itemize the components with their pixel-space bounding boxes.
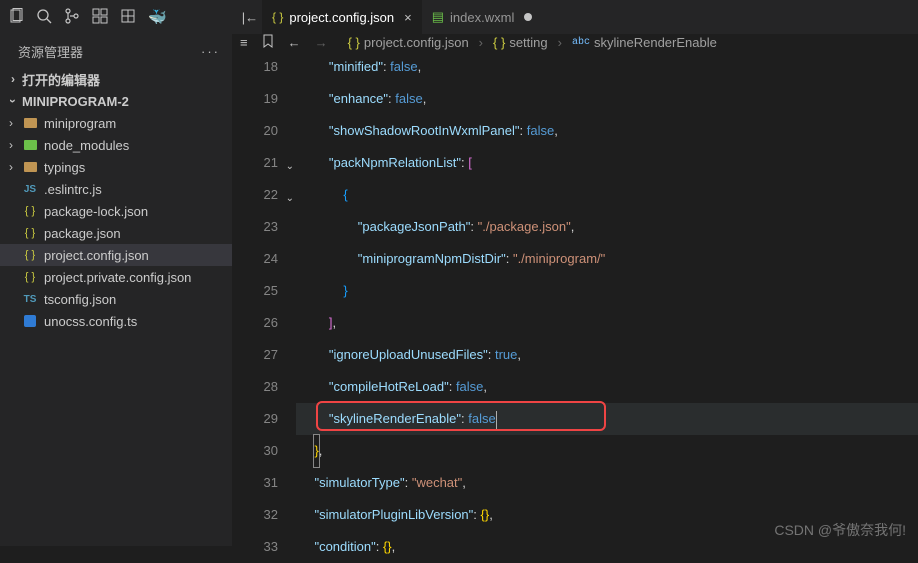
ts-icon: TS xyxy=(22,291,38,307)
tree-item-project-private-config-json[interactable]: ›{ }project.private.config.json xyxy=(0,266,232,288)
tree-item-package-lock-json[interactable]: ›{ }package-lock.json xyxy=(0,200,232,222)
activity-bar: 🐳 xyxy=(0,0,232,34)
tab-label: project.config.json xyxy=(289,10,394,25)
uno-icon xyxy=(22,313,38,329)
collapse-icon[interactable]: |← xyxy=(238,10,262,25)
tree-item--eslintrc-js[interactable]: ›JS.eslintrc.js xyxy=(0,178,232,200)
modified-dot-icon xyxy=(524,13,532,21)
open-editors-header[interactable]: ›打开的编辑器 xyxy=(0,68,232,90)
tab-label: index.wxml xyxy=(450,10,514,25)
more-icon[interactable]: ··· xyxy=(201,44,220,59)
green-icon xyxy=(22,137,38,153)
json-icon: { } xyxy=(22,203,38,219)
project-header[interactable]: ›MINIPROGRAM-2 xyxy=(0,90,232,112)
code-editor[interactable]: ⌄ ⌄ 18192021222324252627282930313233 "mi… xyxy=(232,51,918,563)
json-icon: { } xyxy=(22,247,38,263)
tree-item-miniprogram[interactable]: ›miniprogram xyxy=(0,112,232,134)
json-icon: { } xyxy=(272,10,283,24)
tree-item-project-config-json[interactable]: ›{ }project.config.json xyxy=(0,244,232,266)
grid-icon[interactable] xyxy=(120,8,136,27)
tree-item-tsconfig-json[interactable]: ›TStsconfig.json xyxy=(0,288,232,310)
tree-item-unocss-config-ts[interactable]: ›unocss.config.ts xyxy=(0,310,232,332)
tab-bar: |← { } project.config.json × ▤ index.wxm… xyxy=(232,0,918,34)
breadcrumb[interactable]: ≡ ← → { }project.config.json › { }settin… xyxy=(232,34,918,51)
extensions-icon[interactable] xyxy=(92,8,108,27)
files-icon[interactable] xyxy=(8,8,24,27)
tab-project-config[interactable]: { } project.config.json × xyxy=(262,0,422,34)
source-control-icon[interactable] xyxy=(64,8,80,27)
search-icon[interactable] xyxy=(36,8,52,27)
tree-item-package-json[interactable]: ›{ }package.json xyxy=(0,222,232,244)
back-icon[interactable]: ← xyxy=(288,35,301,50)
tab-index-wxml[interactable]: ▤ index.wxml xyxy=(422,0,543,34)
folder-icon xyxy=(22,159,38,175)
close-icon[interactable]: × xyxy=(404,10,412,25)
sidebar-title: 资源管理器 xyxy=(18,42,83,61)
tree-item-node_modules[interactable]: ›node_modules xyxy=(0,134,232,156)
wxml-icon: ▤ xyxy=(432,9,444,25)
forward-icon[interactable]: → xyxy=(315,35,328,50)
tree-item-typings[interactable]: ›typings xyxy=(0,156,232,178)
js-icon: JS xyxy=(22,181,38,197)
docker-icon[interactable]: 🐳 xyxy=(148,8,167,26)
json-icon: { } xyxy=(22,225,38,241)
json-icon: { } xyxy=(22,269,38,285)
list-icon[interactable]: ≡ xyxy=(240,35,248,50)
folder-icon xyxy=(22,115,38,131)
bookmark-icon[interactable] xyxy=(262,34,274,51)
